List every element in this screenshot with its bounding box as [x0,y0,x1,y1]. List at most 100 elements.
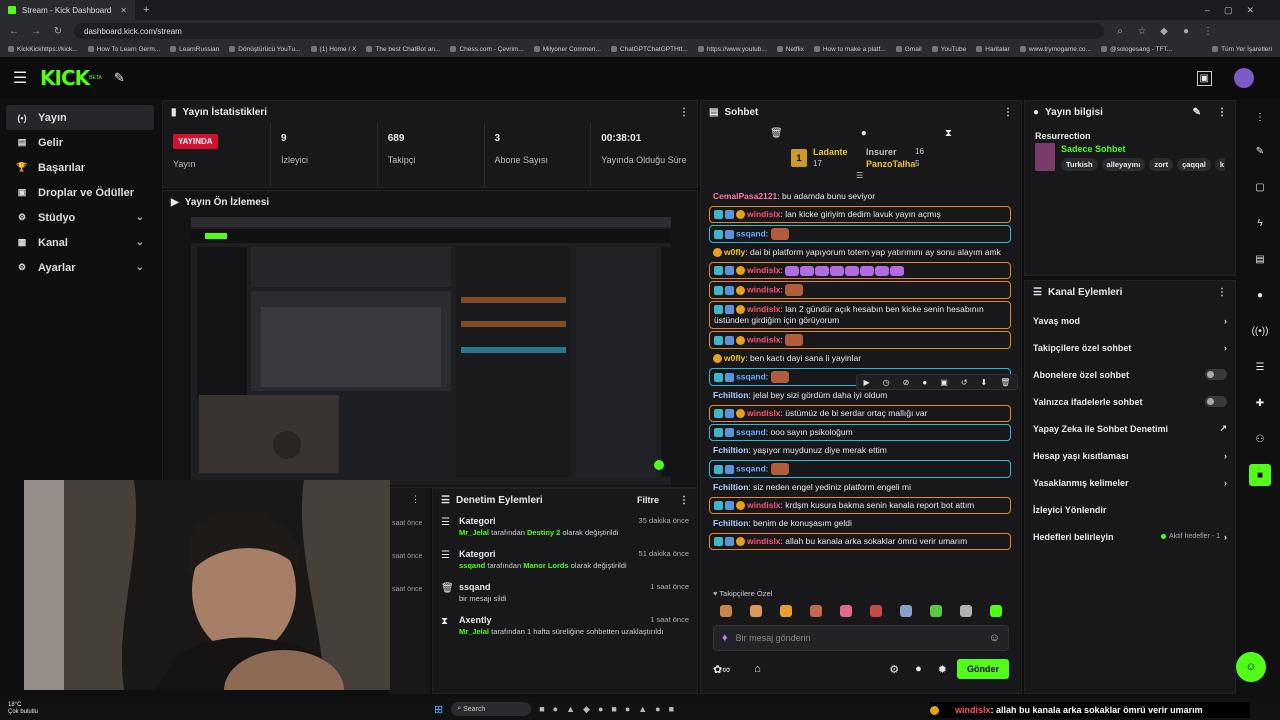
filter-button[interactable]: Filtre [637,495,659,505]
play-icon[interactable]: ▶ [864,378,870,387]
bookmark-item[interactable]: (1) Home / X [311,46,357,53]
bookmark-item[interactable]: www.trymogame.co... [1020,46,1091,53]
tag-chip[interactable]: zort [1149,157,1174,171]
chat-message[interactable]: windislx: üstümüz de bi serdar ortaç mal… [709,405,1011,422]
bookmark-item[interactable]: How To Learn Germ... [88,46,160,53]
channel-action-item[interactable]: İzleyici Yönlendir [1025,496,1235,523]
leader-name[interactable]: Ladante [813,147,848,157]
window-controls[interactable]: –▢✕ [1205,5,1280,16]
bookmark-item[interactable]: https://www.youtub... [698,46,767,53]
category-thumbnail[interactable] [1035,143,1055,171]
emote-icon[interactable] [900,605,912,617]
mod-target[interactable]: Destiny 2 [527,528,560,537]
bookmark-item[interactable]: ChatGPTChatGPTHtt... [611,46,688,53]
tag-chip[interactable]: çaqqal [1177,157,1211,171]
bookmark-item[interactable]: LearnRussian [170,46,219,53]
chat-message[interactable]: w0fly: dai bi platform yapıyorum totem y… [709,245,1011,260]
chat-message[interactable]: Fchiltion: siz neden engel yediniz platf… [709,480,1011,495]
hourglass-icon[interactable]: ⧗ [945,128,952,139]
zoom-icon[interactable]: ⌕ [1114,26,1126,37]
collapse-icon[interactable]: ☰ [856,171,863,180]
tag-chip[interactable]: Turkish [1061,157,1098,171]
profile-icon[interactable]: ● [1180,26,1192,37]
sidebar-item-kanal[interactable]: ▦ Kanal ⌄ [6,230,154,255]
toggle-switch[interactable] [1205,369,1227,380]
channel-action-item[interactable]: Yasaklanmış kelimeler › [1025,469,1235,496]
chat-message[interactable]: ssqand: ooo sayın psikoloğum [709,424,1011,441]
app-icon[interactable]: ■ [1249,464,1271,486]
clock-icon[interactable]: ◷ [883,378,890,387]
chat-message[interactable]: windislx: [709,281,1011,299]
edit-icon[interactable]: ✎ [1193,107,1201,118]
chat-username[interactable]: windislx [747,500,781,510]
pin-icon[interactable]: ⬇ [981,378,988,387]
chat-username[interactable]: windislx [747,209,781,219]
bookmark-item[interactable]: Dönüştürücü YouTu... [229,46,300,53]
channel-action-item[interactable]: Hesap yaşı kısıtlaması › [1025,442,1235,469]
chat-rail-icon[interactable]: ● [1249,284,1271,306]
preview-video[interactable] [191,217,671,485]
chat-message[interactable]: windislx: [709,262,1011,279]
users-icon[interactable]: ⚇ [1249,428,1271,450]
avatar[interactable] [1234,68,1254,88]
back-icon[interactable]: ← [8,26,20,37]
chat-username[interactable]: windislx [747,334,781,344]
bookmark-item[interactable]: KickKickhttps://kick... [8,46,78,53]
toggle-switch[interactable] [1205,396,1227,407]
channel-action-item[interactable]: Yavaş mod › [1025,307,1235,334]
chat-username[interactable]: CemalPasa2121 [713,191,777,201]
bookmark-item[interactable]: How to make a platf... [814,46,886,53]
pencil-icon[interactable]: ✎ [1249,140,1271,162]
chat-username[interactable]: ssqand [736,228,766,238]
mod-target[interactable]: Manor Lords [523,561,568,570]
chat-username[interactable]: w0fly [724,353,745,363]
channel-action-item[interactable]: Yalnızca ifadelerle sohbet [1025,388,1235,415]
bolt-icon[interactable]: ϟ [1249,212,1271,234]
dots-icon[interactable]: ⋮ [1249,106,1271,128]
gear-icon[interactable]: ✹ [938,663,947,676]
bookmark-item[interactable]: YouTube [932,46,967,53]
bookmark-item[interactable]: Gmail [896,46,922,53]
sidebar-item-yayın[interactable]: (•) Yayın [6,105,154,130]
wrench-icon[interactable]: ✚ [1249,392,1271,414]
store-icon[interactable]: ⌂ [754,663,761,675]
clipboard-icon[interactable]: ▤ [1249,248,1271,270]
new-tab-button[interactable]: + [135,4,157,16]
windows-start-icon[interactable]: ⊞ [434,703,443,716]
close-tab-icon[interactable]: ✕ [120,6,127,15]
broadcast-rail-icon[interactable]: ((•)) [1249,320,1271,342]
tag-chip[interactable]: alleyayını [1101,157,1146,171]
forward-icon[interactable]: → [30,26,42,37]
mod-user[interactable]: Mr_Jelal [459,627,489,636]
chat-username[interactable]: ssqand [736,427,766,437]
kick-logo[interactable]: KICK [40,66,90,90]
chat-username[interactable]: windislx [747,304,781,314]
chat-username[interactable]: ssqand [736,463,766,473]
chat-message[interactable]: windislx: allah bu kanala arka sokaklar … [709,533,1011,550]
emote-icon[interactable] [780,605,792,617]
chat-username[interactable]: w0fly [724,247,745,257]
leader-name[interactable]: Insurer [866,147,897,157]
sidebar-item-ayarlar[interactable]: ⚙ Ayarlar ⌄ [6,255,154,280]
bookmark-item[interactable]: The best ChatBot an... [366,46,440,53]
channel-action-item[interactable]: Hedefleri belirleyin Aktif hedefler - 1 › [1025,523,1235,550]
weather-widget[interactable]: 18°C Çok bulutlu [0,702,38,716]
emote-icon[interactable] [750,605,762,617]
reload-icon[interactable]: ↻ [52,26,64,37]
emote-icon[interactable] [960,605,972,617]
chat-input[interactable]: ♦ Bir mesaj gönderin ☺ [713,625,1009,651]
tools-icon[interactable]: ✎ [114,70,125,86]
more-icon[interactable]: ⋮ [679,107,689,118]
emote-icon[interactable] [810,605,822,617]
all-bookmarks[interactable]: Tüm Yer İşaretleri [1212,46,1280,53]
emote-icon[interactable] [930,605,942,617]
bookmark-item[interactable]: Chess.com - Çevrim... [450,46,523,53]
leader-name[interactable]: PanzoTalha [866,159,915,169]
chat-username[interactable]: windislx [747,536,781,546]
chat-username[interactable]: windislx [747,408,781,418]
more-icon[interactable]: ⋮ [679,495,689,506]
emoji-icon[interactable]: ☺ [989,632,1000,644]
sidebar-item-droplar[interactable]: ▣ Droplar ve Ödüller [6,180,154,205]
browser-tab[interactable]: Stream - Kick Dashboard ✕ [0,0,135,20]
taskbar-apps[interactable]: ■●▲◆●■●▲●■ [539,704,682,715]
